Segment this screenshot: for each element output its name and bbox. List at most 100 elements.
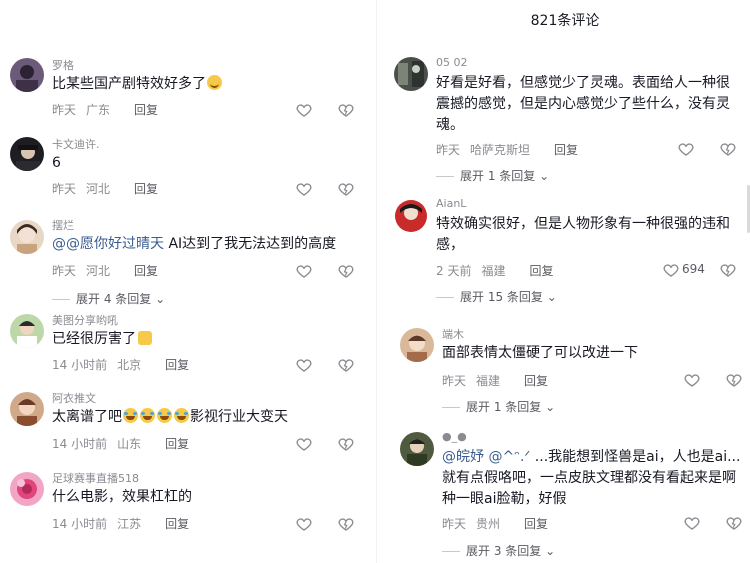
comment-time: 2 天前 [436, 264, 472, 278]
dislike-broken-heart-icon[interactable] [719, 261, 737, 279]
expand-replies-button[interactable]: 展开 3 条回复 ⌄ [442, 542, 555, 559]
username[interactable]: AianL [436, 197, 466, 210]
comment-meta: 昨天 贵州 回复 [442, 515, 548, 532]
smile-emoji-icon [207, 75, 222, 90]
comment-time: 14 小时前 [52, 437, 108, 451]
username[interactable]: 卡文迪许. [52, 136, 100, 152]
comment-time: 昨天 [52, 103, 77, 117]
reply-button[interactable]: 回复 [134, 182, 158, 196]
dislike-broken-heart-icon[interactable] [337, 515, 355, 533]
username[interactable]: 05 02 [436, 56, 468, 69]
avatar[interactable] [10, 472, 44, 506]
comment-text: 面部表情太僵硬了可以改进一下 [442, 345, 638, 361]
like-heart-icon[interactable] [683, 514, 701, 532]
avatar[interactable] [394, 199, 428, 233]
comment-time: 14 小时前 [52, 517, 108, 531]
avatar[interactable] [10, 314, 44, 348]
avatar[interactable] [400, 432, 434, 466]
comment-time: 昨天 [52, 182, 77, 196]
like-heart-icon[interactable] [295, 356, 313, 374]
avatar[interactable] [10, 220, 44, 254]
dislike-broken-heart-icon[interactable] [337, 180, 355, 198]
reply-button[interactable]: 回复 [524, 517, 548, 531]
username[interactable]: 美图分享哟吼 [52, 312, 118, 328]
avatar[interactable] [10, 392, 44, 426]
comment-text: 特效确实很好，但是人物形象有一种很强的违和感， [436, 216, 730, 253]
comment-meta: 14 小时前 北京 回复 [52, 356, 189, 373]
thumbs-up-emoji-icon [138, 331, 152, 345]
dislike-broken-heart-icon[interactable] [719, 140, 737, 158]
like-heart-icon[interactable] [295, 262, 313, 280]
comment-meta: 昨天 广东 回复 [52, 101, 158, 118]
dislike-broken-heart-icon[interactable] [725, 371, 743, 389]
comment-location: 河北 [86, 182, 111, 196]
username[interactable]: 足球赛事直播518 [52, 470, 139, 486]
chevron-down-icon: ⌄ [545, 544, 556, 558]
comment-text: 好看是好看，但感觉少了灵魂。表面给人一种很震撼的感觉，但是内心感觉少了些什么，没… [436, 75, 730, 133]
reply-button[interactable]: 回复 [524, 374, 548, 388]
comment-location: 广东 [86, 103, 111, 117]
comment-meta: 昨天 哈萨克斯坦 回复 [436, 141, 578, 158]
username[interactable]: ●_● [442, 430, 467, 443]
comment-location: 山东 [117, 437, 142, 451]
comment-location: 江苏 [117, 517, 142, 531]
username[interactable]: 罗格 [52, 57, 74, 73]
comment-meta: 昨天 河北 回复 [52, 180, 158, 197]
username[interactable]: 端木 [442, 326, 464, 342]
expand-replies-button[interactable]: 展开 15 条回复 ⌄ [436, 288, 557, 305]
reply-button[interactable]: 回复 [165, 517, 189, 531]
chevron-down-icon: ⌄ [545, 400, 556, 414]
mention-link[interactable]: @皖妤 @^ᵔ.ᐟ [442, 449, 530, 465]
dislike-broken-heart-icon[interactable] [337, 356, 355, 374]
reply-button[interactable]: 回复 [529, 264, 553, 278]
expand-replies-button[interactable]: 展开 1 条回复 ⌄ [442, 398, 555, 415]
like-heart-icon[interactable] [295, 180, 313, 198]
comment-meta: 昨天 福建 回复 [442, 372, 548, 389]
expand-replies-button[interactable]: 展开 1 条回复 ⌄ [436, 167, 549, 184]
chevron-down-icon: ⌄ [546, 290, 557, 304]
username[interactable]: 阿衣推文 [52, 390, 96, 406]
reply-button[interactable]: 回复 [134, 264, 158, 278]
reply-button[interactable]: 回复 [554, 143, 578, 157]
comment-meta: 14 小时前 江苏 回复 [52, 515, 189, 532]
comment-meta: 2 天前 福建 回复 [436, 262, 553, 279]
like-count: 694 [682, 262, 705, 276]
reply-button[interactable]: 回复 [134, 103, 158, 117]
laugh-cry-emoji-icon [157, 408, 172, 423]
comment-text: @@愿你好过晴天 AI达到了我无法达到的高度 [52, 236, 337, 252]
column-divider [376, 0, 377, 563]
dislike-broken-heart-icon[interactable] [725, 514, 743, 532]
comment-time: 14 小时前 [52, 358, 108, 372]
avatar[interactable] [10, 137, 44, 171]
dislike-broken-heart-icon[interactable] [337, 262, 355, 280]
like-heart-icon[interactable] [662, 261, 680, 279]
comment-meta: 昨天 河北 回复 [52, 262, 158, 279]
expand-replies-button[interactable]: 展开 4 条回复 ⌄ [52, 290, 165, 307]
comment-text: 已经很厉害了 [52, 329, 152, 350]
reply-button[interactable]: 回复 [165, 437, 189, 451]
avatar[interactable] [400, 328, 434, 362]
avatar[interactable] [10, 58, 44, 92]
comment-time: 昨天 [442, 517, 467, 531]
comment-count-title: 821条评论 [530, 13, 600, 29]
avatar[interactable] [394, 57, 428, 91]
chevron-down-icon: ⌄ [155, 292, 166, 306]
like-heart-icon[interactable] [295, 435, 313, 453]
comment-text: 6 [52, 155, 61, 171]
dislike-broken-heart-icon[interactable] [337, 435, 355, 453]
comment-meta: 14 小时前 山东 回复 [52, 435, 189, 452]
comment-location: 福建 [481, 264, 506, 278]
left-comment-column: 罗格 比某些国产剧特效好多了 昨天 广东 回复 卡文迪许. 6 昨天 河北 回复 摆烂 … [0, 0, 372, 563]
comment-time: 昨天 [52, 264, 77, 278]
like-heart-icon[interactable] [295, 101, 313, 119]
right-comment-column: 821条评论 05 02 好看是好看，但感觉少了灵魂。表面给人一种很震撼的感觉，… [380, 0, 750, 563]
comment-time: 昨天 [436, 143, 461, 157]
mention-link[interactable]: @@愿你好过晴天 [52, 236, 164, 252]
reply-button[interactable]: 回复 [165, 358, 189, 372]
like-heart-icon[interactable] [683, 371, 701, 389]
dislike-broken-heart-icon[interactable] [337, 101, 355, 119]
like-heart-icon[interactable] [295, 515, 313, 533]
comment-location: 哈萨克斯坦 [470, 143, 531, 157]
username[interactable]: 摆烂 [52, 217, 74, 233]
like-heart-icon[interactable] [677, 140, 695, 158]
